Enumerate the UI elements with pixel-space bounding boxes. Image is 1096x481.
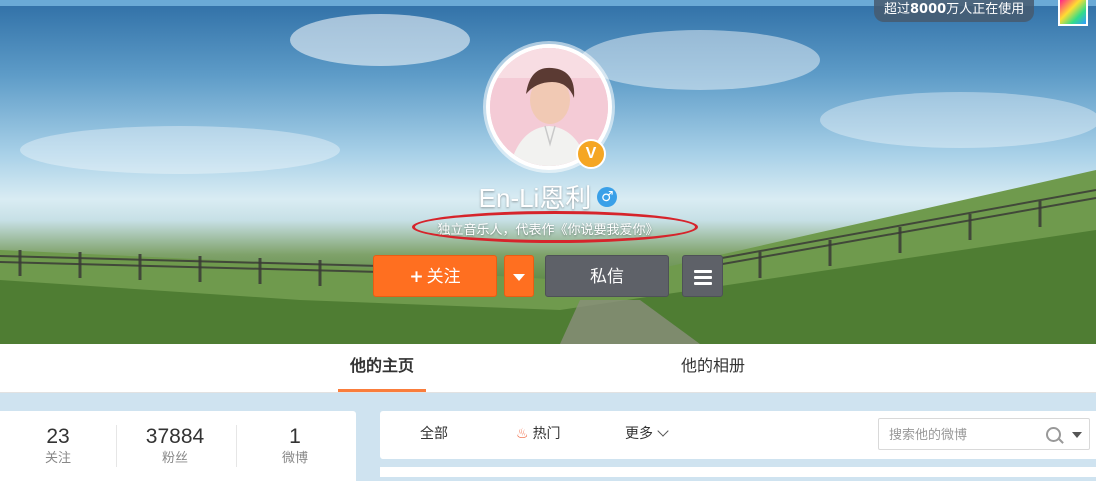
caret-down-icon[interactable] [1072,432,1082,438]
filter-all[interactable]: 全部 [420,411,448,457]
filter-hot[interactable]: ♨ 热门 [516,411,561,457]
stat-following[interactable]: 23 关注 [0,425,116,469]
message-button[interactable]: 私信 [545,255,669,297]
stat-label: 微博 [281,451,308,466]
caret-down-icon [513,273,525,281]
follow-button-label: 关注 [426,267,461,287]
feed-card-top [380,467,1096,477]
annotation-oval [412,211,698,243]
search-icon[interactable] [1046,427,1061,442]
more-menu-button[interactable] [682,255,723,297]
profile-stats: 23 关注 37884 粉丝 1 微博 [0,411,356,481]
gender-male-icon: ♂ [597,186,618,207]
plus-icon: + [409,267,424,287]
profile-cover: 超过8000万人正在使用 V En-Li恩利 ♂ 独立音乐人，代表作《你说要我爱你… [0,0,1096,344]
stat-followers[interactable]: 37884 粉丝 [117,425,233,469]
chevron-down-icon [657,425,669,437]
profile-tabs: 他的主页 他的相册 [0,344,1096,393]
follow-button[interactable]: + 关注 [373,255,497,297]
skin-icon[interactable] [1058,0,1088,26]
follow-dropdown-button[interactable] [504,255,534,297]
tab-home[interactable]: 他的主页 [338,344,426,392]
usage-badge-count: 8000 [910,2,947,17]
filter-more[interactable]: 更多 [625,411,669,457]
filter-more-label: 更多 [625,426,653,442]
stat-value: 1 [289,425,301,448]
stat-label: 粉丝 [161,451,188,466]
menu-icon [693,267,712,288]
usage-badge-suffix: 万人正在使用 [946,2,1025,17]
tab-album[interactable]: 他的相册 [669,344,757,392]
search-input[interactable] [887,424,1041,446]
stat-value: 23 [46,425,70,448]
stat-posts[interactable]: 1 微博 [237,425,353,469]
usage-badge-prefix: 超过 [884,2,911,17]
stat-value: 37884 [145,425,205,448]
verified-badge-icon: V [576,139,606,169]
usage-badge: 超过8000万人正在使用 [874,0,1035,22]
profile-name: En-Li恩利 [478,183,592,213]
profile-name-row: En-Li恩利 ♂ [0,178,1096,215]
feed-filter-bar: 全部 ♨ 热门 更多 [380,411,1096,459]
filter-hot-label: 热门 [532,426,561,442]
search-box [878,418,1090,450]
stat-label: 关注 [44,451,71,466]
fire-icon: ♨ [516,426,529,442]
